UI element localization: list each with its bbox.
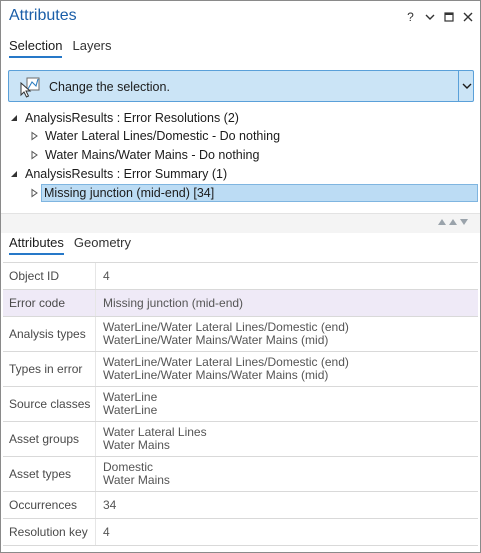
attribute-key: Occurrences (3, 492, 96, 518)
attribute-key: Error code (3, 290, 96, 316)
help-icon[interactable]: ? (404, 10, 417, 24)
pane-splitter[interactable] (1, 213, 480, 233)
splitter-arrows (438, 219, 468, 225)
tree-item-lateral-lines[interactable]: Water Lateral Lines/Domestic - Do nothin… (29, 127, 280, 145)
change-selection-button[interactable]: Change the selection. (8, 70, 474, 102)
pane-title: Attributes (9, 7, 77, 24)
attribute-key: Resolution key (3, 519, 96, 545)
attribute-key: Asset groups (3, 422, 96, 456)
attribute-value: 4 (103, 268, 110, 283)
attribute-row-error-code[interactable]: Error code Missing junction (mid-end) (3, 290, 478, 317)
tree-group-label: AnalysisResults : Error Resolutions (2) (25, 111, 239, 125)
chevron-down-icon[interactable] (423, 10, 436, 24)
expanded-triangle-icon[interactable] (9, 169, 19, 179)
tree-group-error-summary[interactable]: AnalysisResults : Error Summary (1) (9, 165, 227, 183)
title-tools: ? (404, 10, 474, 24)
tree-item-label: Missing junction (mid-end) [34] (44, 186, 215, 200)
attribute-row-asset-groups[interactable]: Asset groups Water Lateral Lines Water Ma… (3, 422, 478, 457)
tree-group-label: AnalysisResults : Error Summary (1) (25, 167, 228, 181)
collapsed-triangle-icon[interactable] (29, 188, 39, 198)
collapsed-triangle-icon[interactable] (29, 150, 39, 160)
collapsed-triangle-icon[interactable] (29, 131, 39, 141)
triangle-up-icon[interactable] (449, 219, 457, 225)
tree-item-label: Water Mains/Water Mains - Do nothing (45, 148, 260, 162)
attribute-value: Missing junction (mid-end) (103, 295, 244, 310)
attribute-row-occurrences[interactable]: Occurrences 34 (3, 492, 478, 519)
attribute-row-resolution-key[interactable]: Resolution key 4 (3, 519, 478, 546)
chevron-down-icon[interactable] (461, 80, 473, 92)
attributes-geometry-tabs: Attributes Geometry (9, 235, 131, 255)
tree-item-water-mains[interactable]: Water Mains/Water Mains - Do nothing (29, 146, 259, 164)
attribute-value: WaterLine/Water Lateral Lines/Domestic (… (103, 320, 349, 347)
attributes-pane: Attributes ? Selection Layers Change the… (0, 0, 481, 553)
attribute-value: 4 (103, 524, 110, 539)
tab-geometry[interactable]: Geometry (74, 235, 131, 255)
attribute-value: 34 (103, 497, 117, 512)
attribute-row-types-in-error[interactable]: Types in error WaterLine/Water Lateral L… (3, 352, 478, 387)
tab-attributes[interactable]: Attributes (9, 235, 64, 255)
attribute-key: Asset types (3, 457, 96, 491)
attribute-key: Object ID (3, 263, 96, 289)
attribute-row-asset-types[interactable]: Asset types Domestic Water Mains (3, 457, 478, 492)
selection-layers-tabs: Selection Layers (9, 38, 112, 58)
tab-layers[interactable]: Layers (72, 38, 111, 58)
attribute-value: WaterLine WaterLine (103, 390, 158, 417)
attribute-row-analysis-types[interactable]: Analysis types WaterLine/Water Lateral L… (3, 317, 478, 352)
expanded-triangle-icon[interactable] (9, 113, 19, 123)
select-cursor-icon (20, 77, 40, 98)
tree-group-error-resolutions[interactable]: AnalysisResults : Error Resolutions (2) (9, 109, 239, 127)
attribute-value: Domestic Water Mains (103, 460, 170, 487)
attribute-key: Source classes (3, 387, 96, 421)
triangle-down-icon[interactable] (460, 219, 468, 225)
restore-window-icon[interactable] (442, 10, 455, 24)
tree-item-label: Water Lateral Lines/Domestic - Do nothin… (45, 129, 281, 143)
split-divider (458, 71, 459, 101)
change-selection-label: Change the selection. (49, 80, 170, 94)
tree-item-missing-junction[interactable]: Missing junction (mid-end) [34] (41, 184, 478, 202)
attribute-grid: Object ID 4 Error code Missing junction … (3, 262, 478, 546)
attribute-value: WaterLine/Water Lateral Lines/Domestic (… (103, 355, 349, 382)
title-bar: Attributes ? (1, 1, 480, 35)
triangle-up-icon[interactable] (438, 219, 446, 225)
attribute-row-source-classes[interactable]: Source classes WaterLine WaterLine (3, 387, 478, 422)
close-icon[interactable] (461, 10, 474, 24)
attribute-key: Types in error (3, 352, 96, 386)
attribute-value: Water Lateral Lines Water Mains (103, 425, 207, 452)
tab-selection[interactable]: Selection (9, 38, 63, 58)
attribute-row-object-id[interactable]: Object ID 4 (3, 263, 478, 290)
attribute-key: Analysis types (3, 317, 96, 351)
